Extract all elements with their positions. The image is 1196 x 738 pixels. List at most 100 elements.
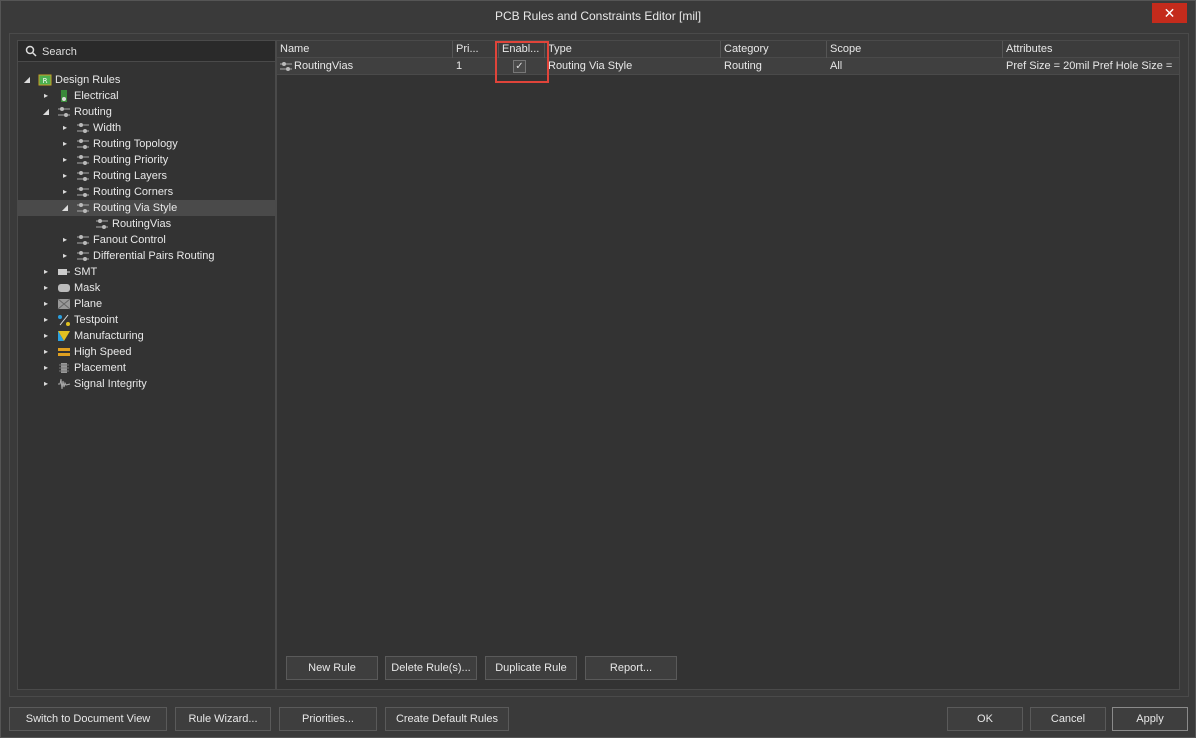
rules-tree-pane: ◢RDesign Rules▸Electrical◢Routing▸Width▸… [17, 40, 276, 690]
plane-icon [57, 298, 71, 310]
tree-item-signal-integrity[interactable]: ▸ Signal Integrity [18, 376, 275, 392]
tree-item-label: Differential Pairs Routing [93, 250, 215, 262]
collapse-arrow-icon[interactable]: ◢ [41, 104, 51, 120]
tree-item-testpoint[interactable]: ▸ Testpoint [18, 312, 275, 328]
tree-item-mask[interactable]: ▸ Mask [18, 280, 275, 296]
tree-item-design-rules[interactable]: ◢ R Design Rules [18, 72, 275, 88]
cancel-button[interactable]: Cancel [1030, 707, 1106, 731]
create-default-rules-button[interactable]: Create Default Rules [385, 707, 509, 731]
tree-item-electrical[interactable]: ▸ Electrical [18, 88, 275, 104]
close-icon: ✕ [1163, 5, 1176, 21]
column-header-attributes[interactable]: Attributes [1003, 41, 1179, 58]
window-title: PCB Rules and Constraints Editor [mil] [494, 9, 702, 23]
expand-arrow-icon[interactable]: ▸ [41, 360, 51, 376]
duplicate-rule-button[interactable]: Duplicate Rule [485, 656, 577, 680]
tree-item-differential-pairs-routing[interactable]: ▸ Differential Pairs Routing [18, 248, 275, 264]
cell-name: RoutingVias [294, 60, 354, 72]
routing-rule-icon [77, 251, 89, 261]
collapse-arrow-icon[interactable]: ◢ [22, 72, 32, 88]
column-header-name[interactable]: Name [277, 41, 453, 58]
high-speed-icon [58, 348, 70, 356]
routing-rule-icon [77, 203, 89, 213]
apply-button[interactable]: Apply [1112, 707, 1188, 731]
routing-rule-icon [77, 139, 89, 149]
column-header-scope[interactable]: Scope [827, 41, 1003, 58]
expand-arrow-icon[interactable]: ▸ [41, 264, 51, 280]
electrical-icon [61, 90, 67, 102]
tree-item-label: RoutingVias [112, 218, 172, 230]
tree-item-routing-via-style[interactable]: ◢ Routing Via Style [18, 200, 275, 216]
signal-integrity-icon [58, 378, 71, 390]
close-button[interactable]: ✕ [1152, 3, 1187, 23]
tree-item-routing-priority[interactable]: ▸ Routing Priority [18, 152, 275, 168]
placement-icon [59, 363, 69, 373]
expand-arrow-icon[interactable]: ▸ [41, 328, 51, 344]
routing-icon [58, 107, 70, 117]
tree-item-placement[interactable]: ▸ Placement [18, 360, 275, 376]
expand-arrow-icon[interactable]: ▸ [41, 280, 51, 296]
mask-icon [58, 284, 70, 292]
expand-arrow-icon[interactable]: ▸ [60, 152, 70, 168]
routing-rule-icon [96, 219, 108, 229]
switch-to-document-view-button[interactable]: Switch to Document View [9, 707, 167, 731]
delete-rules-button[interactable]: Delete Rule(s)... [385, 656, 477, 680]
expand-arrow-icon[interactable]: ▸ [41, 344, 51, 360]
tree-item-high-speed[interactable]: ▸ High Speed [18, 344, 275, 360]
cell-type: Routing Via Style [548, 60, 633, 72]
tree-item-fanout-control[interactable]: ▸ Fanout Control [18, 232, 275, 248]
tree-item-label: Routing Via Style [93, 202, 178, 214]
expand-arrow-icon[interactable]: ▸ [60, 184, 70, 200]
column-header-category[interactable]: Category [721, 41, 827, 58]
tree-item-routing-topology[interactable]: ▸ Routing Topology [18, 136, 275, 152]
search-input[interactable] [42, 43, 268, 60]
tree-item-smt[interactable]: ▸ SMT [18, 264, 275, 280]
tree-item-label: Routing Layers [93, 170, 167, 182]
svg-text:R: R [43, 77, 48, 85]
expand-arrow-icon[interactable]: ▸ [41, 312, 51, 328]
ok-button[interactable]: OK [947, 707, 1023, 731]
tree-item-label: Width [93, 122, 122, 134]
tree-item-label: Fanout Control [93, 234, 166, 246]
tree-item-manufacturing[interactable]: ▸ Manufacturing [18, 328, 275, 344]
rules-tree: ◢ R Design Rules ▸ Electrical ◢ Routing ▸ Width ▸… [18, 72, 275, 392]
tree-item-label: Routing Priority [93, 154, 169, 166]
tree-item-routing[interactable]: ◢ Routing [18, 104, 275, 120]
expand-arrow-icon[interactable]: ▸ [41, 88, 51, 104]
column-header-priority[interactable]: Pri... [453, 41, 499, 58]
tree-item-label: Testpoint [74, 314, 119, 326]
expand-arrow-icon[interactable]: ▸ [41, 296, 51, 312]
new-rule-button[interactable]: New Rule [286, 656, 378, 680]
column-header-enabled[interactable]: Enabl... [499, 41, 545, 58]
routing-rule-icon [77, 123, 89, 133]
tree-item-routing-layers[interactable]: ▸ Routing Layers [18, 168, 275, 184]
tree-item-label: Routing Topology [93, 138, 178, 150]
tree-item-label: Plane [74, 298, 103, 310]
smt-icon [58, 269, 70, 275]
expand-arrow-icon[interactable]: ▸ [60, 168, 70, 184]
testpoint-icon [58, 314, 70, 326]
column-header-type[interactable]: Type [545, 41, 721, 58]
rule-wizard-button[interactable]: Rule Wizard... [175, 707, 271, 731]
enabled-checkbox[interactable]: ✓ [513, 60, 526, 73]
tree-item-width[interactable]: ▸ Width [18, 120, 275, 136]
cell-priority: 1 [456, 60, 463, 72]
expand-arrow-icon[interactable]: ▸ [60, 232, 70, 248]
tree-item-label: Mask [74, 282, 101, 294]
report-button[interactable]: Report... [585, 656, 677, 680]
tree-item-routing-corners[interactable]: ▸ Routing Corners [18, 184, 275, 200]
priorities-button[interactable]: Priorities... [279, 707, 377, 731]
expand-arrow-icon[interactable]: ▸ [41, 376, 51, 392]
tree-item-label: Signal Integrity [74, 378, 147, 390]
tree-item-plane[interactable]: ▸ Plane [18, 296, 275, 312]
expand-arrow-icon[interactable]: ▸ [60, 248, 70, 264]
collapse-arrow-icon[interactable]: ◢ [60, 200, 70, 216]
editor-body: ◢RDesign Rules▸Electrical◢Routing▸Width▸… [9, 33, 1189, 697]
search-icon [25, 45, 37, 57]
search-box[interactable] [18, 41, 275, 62]
table-row[interactable]: RoutingVias 1 ✓ Routing Via Style Routin… [277, 58, 1179, 75]
routing-rule-icon [77, 171, 89, 181]
design-rules-icon: R [38, 74, 52, 86]
expand-arrow-icon[interactable]: ▸ [60, 136, 70, 152]
expand-arrow-icon[interactable]: ▸ [60, 120, 70, 136]
tree-item-routingvias[interactable]: RoutingVias [18, 216, 275, 232]
